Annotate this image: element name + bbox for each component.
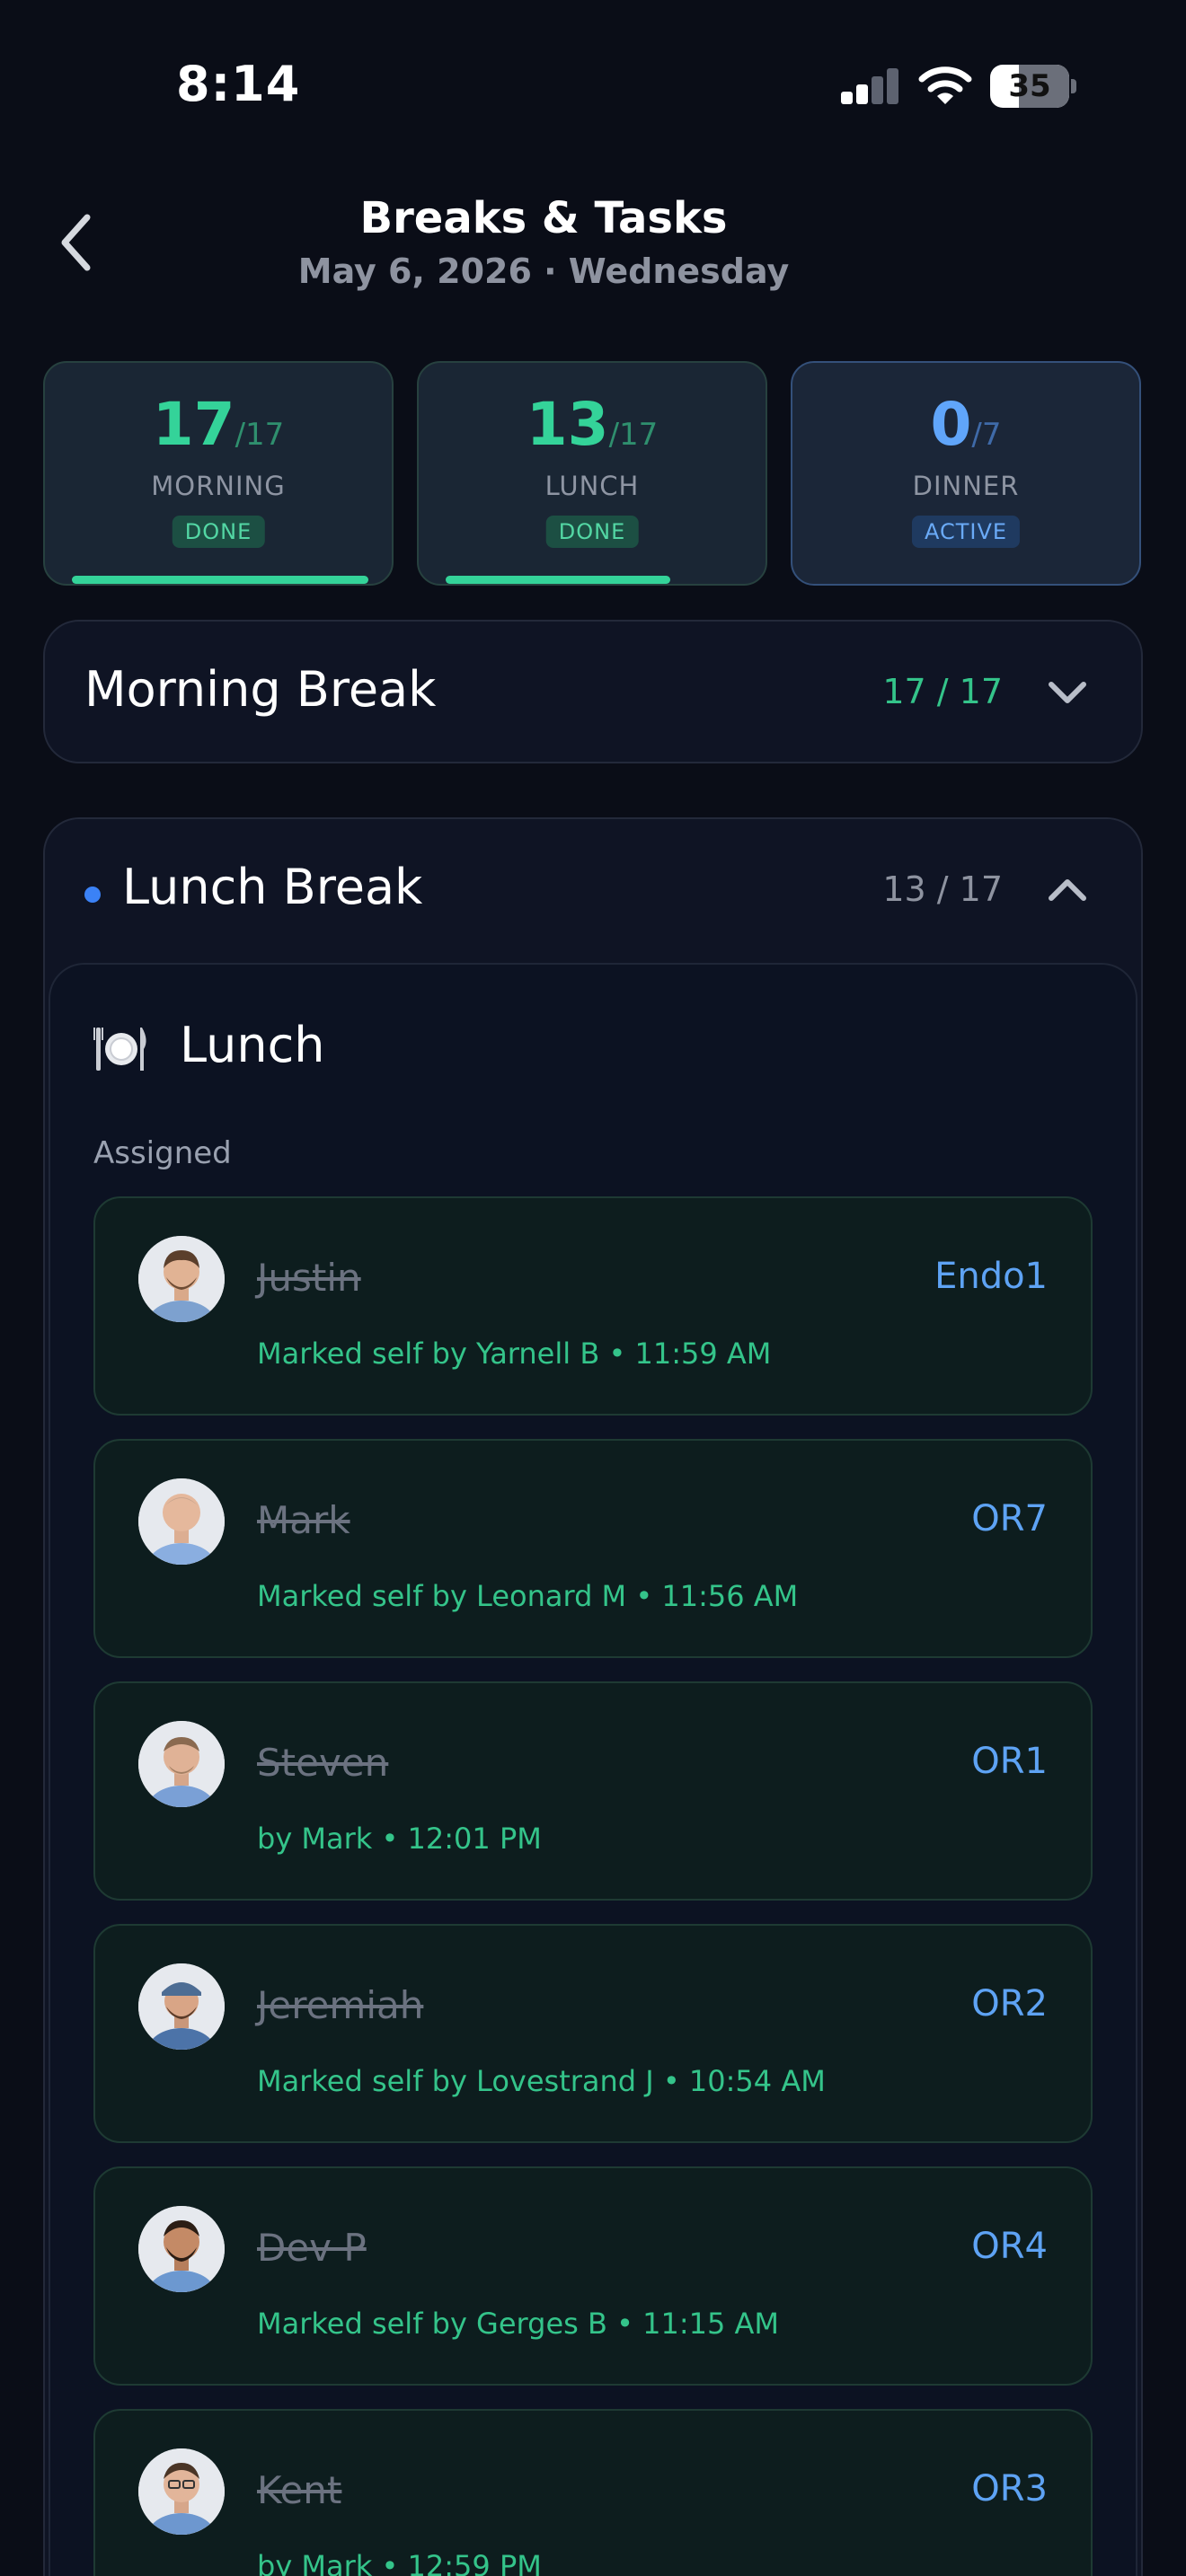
- avatar: [138, 1963, 225, 2050]
- room-label: OR3: [971, 2468, 1048, 2510]
- section-title: Morning Break: [84, 661, 437, 718]
- room-label: OR2: [971, 1983, 1048, 2025]
- summary-total: /7: [971, 417, 1002, 453]
- person-name: Mark: [257, 1498, 350, 1542]
- avatar: [138, 1236, 225, 1322]
- status-note: by Mark • 12:59 PM: [257, 2549, 542, 2576]
- status-time: 8:14: [176, 56, 301, 112]
- status-badge: DONE: [172, 516, 265, 548]
- wifi-icon: [918, 66, 972, 104]
- active-dot-icon: [84, 887, 101, 903]
- battery-icon: 35: [990, 65, 1076, 108]
- status-note: Marked self by Lovestrand J • 10:54 AM: [257, 2064, 826, 2098]
- room-label: OR1: [971, 1741, 1048, 1782]
- person-name: Jeremiah: [257, 1983, 424, 2027]
- summary-label: MORNING: [151, 471, 286, 501]
- room-label: Endo1: [934, 1256, 1048, 1297]
- status-note: Marked self by Leonard M • 11:56 AM: [257, 1579, 799, 1613]
- section-count: 17 / 17: [882, 672, 1003, 711]
- person-card[interactable]: Jeremiah OR2 Marked self by Lovestrand J…: [93, 1924, 1093, 2143]
- person-name: Justin: [257, 1256, 361, 1300]
- room-label: OR7: [971, 1498, 1048, 1539]
- lunch-group-card: Lunch Assigned Justin Endo1 Marked self …: [49, 963, 1137, 2576]
- summary-total: /17: [235, 417, 285, 453]
- avatar: [138, 1478, 225, 1565]
- status-badge: DONE: [545, 516, 639, 548]
- summary-card-morning[interactable]: 17/17 MORNING DONE: [43, 361, 394, 586]
- person-name: Steven: [257, 1741, 389, 1785]
- person-card[interactable]: Justin Endo1 Marked self by Yarnell B • …: [93, 1196, 1093, 1416]
- person-card[interactable]: Steven OR1 by Mark • 12:01 PM: [93, 1681, 1093, 1901]
- cellular-signal-icon: [841, 68, 900, 104]
- avatar: [138, 2206, 225, 2292]
- page-title: Breaks & Tasks: [359, 193, 728, 243]
- status-note: by Mark • 12:01 PM: [257, 1822, 542, 1856]
- avatar: [138, 1721, 225, 1807]
- plate-cutlery-icon: [93, 1028, 146, 1071]
- chevron-up-icon[interactable]: [1046, 877, 1089, 904]
- section-morning-break[interactable]: Morning Break 17 / 17: [43, 620, 1143, 763]
- summary-count: 17: [152, 390, 235, 459]
- battery-level: 35: [1008, 68, 1051, 104]
- status-bar: 8:14 35: [0, 0, 1186, 171]
- status-note: Marked self by Yarnell B • 11:59 AM: [257, 1337, 772, 1371]
- summary-card-dinner[interactable]: 0/7 DINNER ACTIVE: [791, 361, 1141, 586]
- summary-label: LUNCH: [544, 471, 640, 501]
- avatar: [138, 2448, 225, 2535]
- summary-label: DINNER: [912, 471, 1020, 501]
- person-card[interactable]: Mark OR7 Marked self by Leonard M • 11:5…: [93, 1439, 1093, 1658]
- person-name: Dev P: [257, 2226, 367, 2270]
- summary-total: /17: [608, 417, 659, 453]
- summary-count: 13: [526, 390, 609, 459]
- section-lunch-break: Lunch Break 13 / 17 Lunch Assigned Justi…: [43, 817, 1143, 2576]
- page-subtitle: May 6, 2026 · Wednesday: [297, 251, 790, 291]
- progress-bar: [72, 576, 368, 584]
- status-badge: ACTIVE: [911, 516, 1021, 548]
- summary-count: 0: [930, 390, 972, 459]
- section-title[interactable]: Lunch Break: [122, 859, 422, 915]
- status-note: Marked self by Gerges B • 11:15 AM: [257, 2307, 780, 2341]
- summary-card-lunch[interactable]: 13/17 LUNCH DONE: [417, 361, 767, 586]
- progress-bar: [446, 576, 670, 584]
- section-count: 13 / 17: [882, 869, 1003, 909]
- room-label: OR4: [971, 2226, 1048, 2267]
- person-name: Kent: [257, 2468, 342, 2512]
- assigned-label: Assigned: [93, 1135, 232, 1171]
- group-title: Lunch: [180, 1017, 325, 1073]
- chevron-down-icon[interactable]: [1046, 679, 1089, 706]
- person-card[interactable]: Dev P OR4 Marked self by Gerges B • 11:1…: [93, 2166, 1093, 2386]
- person-card[interactable]: Kent OR3 by Mark • 12:59 PM: [93, 2409, 1093, 2576]
